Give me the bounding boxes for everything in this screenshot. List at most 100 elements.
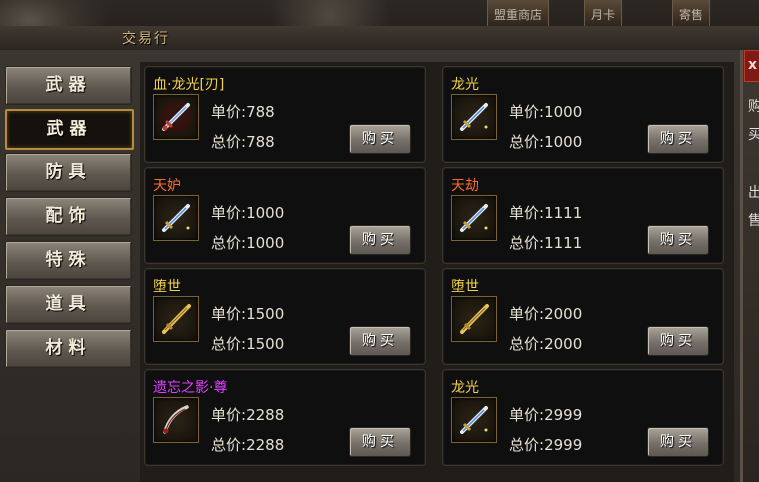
unit-price: 单价:1000 — [211, 202, 284, 223]
category-accessories[interactable]: 配饰 — [5, 197, 132, 236]
category-sidebar: 武器 武器 防具 配饰 特殊 道具 材料 — [2, 62, 134, 482]
total-price-value: 1500 — [246, 335, 285, 353]
item-icon-slot[interactable] — [451, 397, 497, 443]
unit-price-value: 1000 — [544, 103, 583, 121]
unit-price: 单价:2999 — [509, 404, 582, 425]
unit-price-value: 788 — [246, 103, 275, 121]
unit-price: 单价:1000 — [509, 101, 582, 122]
unit-price-label: 单价: — [509, 204, 545, 222]
item-icon-slot[interactable] — [153, 397, 199, 443]
top-tab-mengzhong-shop[interactable]: 盟重商店 — [487, 0, 550, 27]
unit-price: 单价:1111 — [509, 202, 582, 223]
total-price: 总价:2999 — [509, 434, 582, 455]
sword-icon — [162, 204, 190, 232]
total-price-label: 总价: — [211, 436, 247, 454]
category-items[interactable]: 道具 — [5, 285, 132, 324]
category-armor[interactable]: 防具 — [5, 153, 132, 192]
item-card: 天劫 单价:1111 总价:1111 购买 — [442, 167, 724, 264]
top-tab-consignment[interactable]: 寄售 — [672, 0, 711, 27]
item-icon-slot[interactable] — [153, 94, 199, 140]
item-icon-slot[interactable] — [451, 195, 497, 241]
total-price: 总价:1000 — [211, 232, 284, 253]
item-card: 龙光 单价:1000 总价:1000 购买 — [442, 66, 724, 163]
total-price-value: 1000 — [544, 133, 583, 151]
unit-price-value: 1000 — [246, 204, 285, 222]
unit-price: 单价:788 — [211, 101, 275, 122]
item-card: 堕世 单价:1500 总价:1500 购买 — [144, 268, 426, 365]
item-name: 遗忘之影·尊 — [153, 380, 228, 396]
unit-price: 单价:1500 — [211, 303, 284, 324]
item-icon-slot[interactable] — [153, 296, 199, 342]
total-price-value: 788 — [246, 133, 275, 151]
total-price-value: 2288 — [246, 436, 285, 454]
item-icon-slot[interactable] — [451, 296, 497, 342]
item-name: 龙光 — [451, 77, 479, 93]
total-price-value: 2999 — [544, 436, 583, 454]
item-card: 堕世 单价:2000 总价:2000 购买 — [442, 268, 724, 365]
buy-button[interactable]: 购买 — [647, 124, 709, 154]
buy-button[interactable]: 购买 — [647, 427, 709, 457]
unit-price-value: 1111 — [544, 204, 583, 222]
category-special[interactable]: 特殊 — [5, 241, 132, 280]
golden-blade-icon — [162, 304, 191, 334]
category-materials[interactable]: 材料 — [5, 329, 132, 368]
total-price: 总价:2000 — [509, 333, 582, 354]
total-price-label: 总价: — [509, 234, 545, 252]
unit-price-label: 单价: — [509, 305, 545, 323]
sword-icon — [460, 406, 488, 434]
total-price: 总价:1000 — [509, 131, 582, 152]
buy-button[interactable]: 购买 — [349, 225, 411, 255]
item-name: 堕世 — [451, 279, 479, 295]
buy-button[interactable]: 购买 — [647, 225, 709, 255]
total-price: 总价:2288 — [211, 434, 284, 455]
buy-button[interactable]: 购买 — [349, 326, 411, 356]
item-name: 天妒 — [153, 178, 181, 194]
unit-price-value: 2999 — [544, 406, 583, 424]
item-name: 龙光 — [451, 380, 479, 396]
sword-icon — [460, 204, 488, 232]
buy-button[interactable]: 购买 — [349, 124, 411, 154]
total-price: 总价:1111 — [509, 232, 582, 253]
item-grid: 血·龙光[刃] 单价:788 总价:788 购买 龙光 单价:1000 总价:1… — [140, 62, 734, 482]
item-name: 血·龙光[刃] — [153, 77, 225, 93]
category-weapons[interactable]: 武器 — [5, 109, 134, 150]
window-title-bar — [0, 26, 759, 51]
item-card: 龙光 单价:2999 总价:2999 购买 — [442, 369, 724, 466]
total-price: 总价:1500 — [211, 333, 284, 354]
curved-blade-icon — [163, 405, 189, 434]
total-price-value: 1000 — [246, 234, 285, 252]
item-icon-slot[interactable] — [451, 94, 497, 140]
total-price-label: 总价: — [211, 335, 247, 353]
total-price-label: 总价: — [509, 133, 545, 151]
unit-price-label: 单价: — [509, 103, 545, 121]
total-price: 总价:788 — [211, 131, 275, 152]
total-price-label: 总价: — [211, 133, 247, 151]
unit-price-value: 2288 — [246, 406, 285, 424]
unit-price-label: 单价: — [509, 406, 545, 424]
unit-price: 单价:2288 — [211, 404, 284, 425]
window-title: 交易行 — [122, 31, 170, 47]
buy-button[interactable]: 购买 — [647, 326, 709, 356]
item-card: 遗忘之影·尊 单价:2288 总价:2288 购买 — [144, 369, 426, 466]
total-price-value: 1111 — [544, 234, 583, 252]
item-card: 血·龙光[刃] 单价:788 总价:788 购买 — [144, 66, 426, 163]
sword-icon-red — [160, 101, 192, 133]
right-panel-text-1: 购 — [748, 99, 759, 115]
total-price-value: 2000 — [544, 335, 583, 353]
buy-button[interactable]: 购买 — [349, 427, 411, 457]
category-weapons-header[interactable]: 武器 — [5, 66, 132, 105]
top-tab-monthly-card[interactable]: 月卡 — [584, 0, 623, 27]
item-name: 天劫 — [451, 178, 479, 194]
close-button[interactable]: x — [744, 50, 759, 82]
total-price-label: 总价: — [211, 234, 247, 252]
golden-blade-icon — [460, 304, 489, 334]
unit-price-label: 单价: — [211, 305, 247, 323]
item-card: 天妒 单价:1000 总价:1000 购买 — [144, 167, 426, 264]
unit-price-label: 单价: — [211, 204, 247, 222]
sword-icon — [460, 103, 488, 131]
item-icon-slot[interactable] — [153, 195, 199, 241]
total-price-label: 总价: — [509, 436, 545, 454]
right-panel-text-4: 售 — [748, 213, 759, 229]
unit-price-value: 2000 — [544, 305, 583, 323]
unit-price-label: 单价: — [211, 406, 247, 424]
